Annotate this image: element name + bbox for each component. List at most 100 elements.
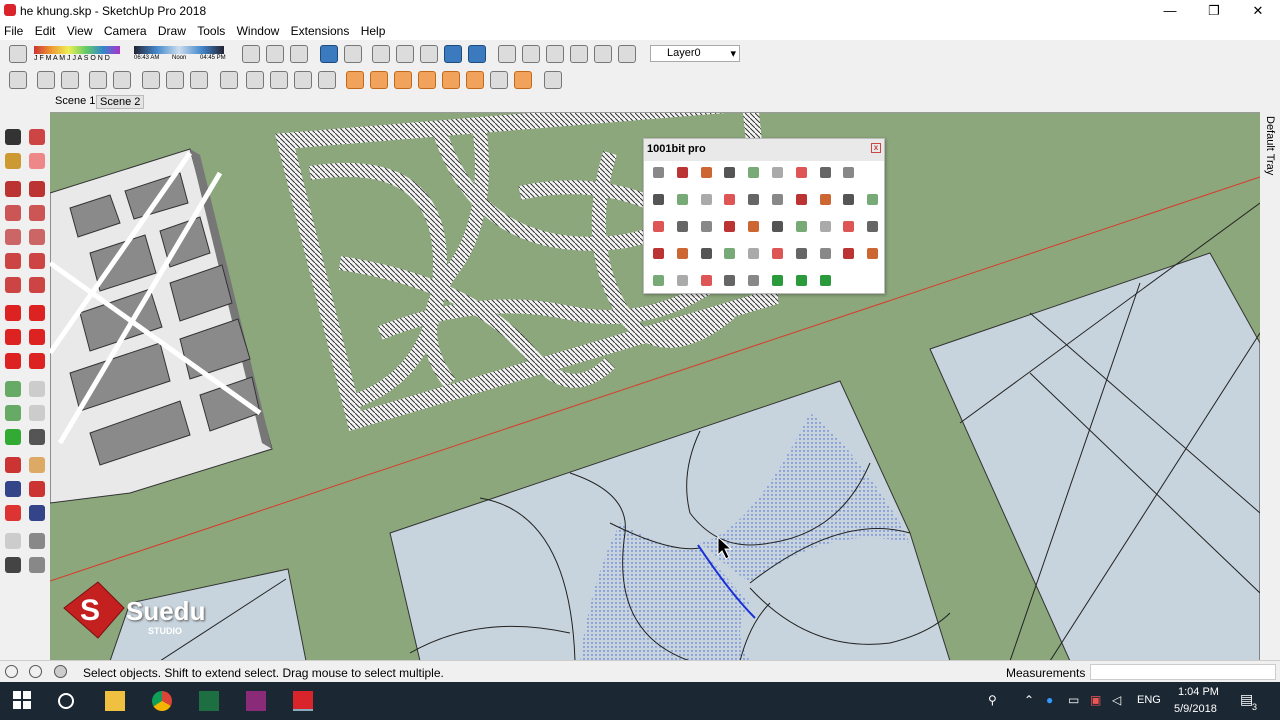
wireframe-icon[interactable] <box>372 45 390 63</box>
shadows-icon[interactable] <box>9 45 27 63</box>
plugin-tool-icon[interactable] <box>724 167 736 178</box>
plugin-tool-icon[interactable] <box>748 194 760 205</box>
extension-icon[interactable] <box>270 71 288 89</box>
geo-location-icon[interactable] <box>5 665 18 678</box>
outer-shell-icon[interactable] <box>9 71 27 89</box>
plugin-tool-icon[interactable] <box>819 221 831 232</box>
time-slider[interactable] <box>134 46 224 54</box>
dimension-icon[interactable] <box>29 381 45 397</box>
lock-icon[interactable] <box>190 71 208 89</box>
default-tray[interactable]: Default Tray <box>1260 112 1280 660</box>
shaded-icon[interactable] <box>420 45 438 63</box>
arc-icon[interactable] <box>5 253 21 269</box>
component-icon[interactable] <box>246 71 264 89</box>
user-account-icon[interactable] <box>54 665 67 678</box>
close-button[interactable]: ✕ <box>1236 0 1280 22</box>
plugin-tool-icon[interactable] <box>795 248 807 259</box>
sandbox-icon[interactable] <box>166 71 184 89</box>
layer-dropdown[interactable]: Layer0 ▾ <box>650 45 740 62</box>
section-cut-icon[interactable] <box>290 45 308 63</box>
language-indicator[interactable]: ENG <box>1137 694 1161 706</box>
plugin-tool-icon[interactable] <box>700 248 712 259</box>
close-icon[interactable]: x <box>871 143 881 153</box>
tape-measure-icon[interactable] <box>5 381 21 397</box>
plugin-tool-icon[interactable] <box>772 275 783 286</box>
plugin-tool-icon[interactable] <box>867 248 879 259</box>
split-icon[interactable] <box>142 71 160 89</box>
intersect-icon[interactable] <box>37 71 55 89</box>
eraser-icon[interactable] <box>29 153 45 169</box>
clock-time[interactable]: 1:04 PM <box>1178 686 1219 698</box>
section-plane-icon[interactable] <box>242 45 260 63</box>
fredo-star-icon[interactable] <box>442 71 460 89</box>
plugin-tool-icon[interactable] <box>676 275 688 286</box>
menu-extensions[interactable]: Extensions <box>287 22 354 38</box>
line-icon[interactable] <box>5 181 21 197</box>
plugin-tool-icon[interactable] <box>748 167 760 178</box>
people-icon[interactable]: ⚲ <box>988 693 997 707</box>
shaded-textures-icon[interactable] <box>444 45 462 63</box>
menu-help[interactable]: Help <box>357 22 390 38</box>
plugin-tool-icon[interactable] <box>867 194 879 205</box>
plugin-tool-icon[interactable] <box>724 248 736 259</box>
protractor-icon[interactable] <box>5 405 21 421</box>
previous-view-icon[interactable] <box>29 505 45 521</box>
plugin-tool-icon[interactable] <box>819 275 831 286</box>
media-app-icon[interactable] <box>246 691 266 711</box>
plugin-tool-icon[interactable] <box>676 167 688 178</box>
left-view-icon[interactable] <box>618 45 636 63</box>
follow-me-icon[interactable] <box>29 329 45 345</box>
offset-icon[interactable] <box>29 353 45 369</box>
plugin-tool-icon[interactable] <box>748 248 760 259</box>
plugin-tool-icon[interactable] <box>700 275 712 286</box>
iso-view-icon[interactable] <box>498 45 516 63</box>
plugin-tool-icon[interactable] <box>724 194 736 205</box>
volume-icon[interactable]: ◁ <box>1112 693 1121 707</box>
three-point-arc-icon[interactable] <box>5 277 21 293</box>
two-point-arc-icon[interactable] <box>29 253 45 269</box>
plugin-tool-icon[interactable] <box>700 221 712 232</box>
plugin-tool-icon[interactable] <box>772 167 783 178</box>
rectangle-icon[interactable] <box>5 205 21 221</box>
pan-icon[interactable] <box>29 457 45 473</box>
plugin-tool-icon[interactable] <box>772 248 783 259</box>
plugin-tool-icon[interactable] <box>700 194 712 205</box>
plugin-tool-icon[interactable] <box>700 167 712 178</box>
plugin-tool-icon[interactable] <box>653 275 664 286</box>
hidden-line-icon[interactable] <box>396 45 414 63</box>
menu-camera[interactable]: Camera <box>100 22 151 38</box>
fredo-circle-icon[interactable] <box>370 71 388 89</box>
menu-window[interactable]: Window <box>233 22 284 38</box>
trim-icon[interactable] <box>113 71 131 89</box>
minimize-button[interactable]: — <box>1148 0 1192 22</box>
plugin-tool-icon[interactable] <box>748 275 760 286</box>
xray-icon[interactable] <box>320 45 338 63</box>
plugin-tool-icon[interactable] <box>653 248 664 259</box>
front-view-icon[interactable] <box>546 45 564 63</box>
rock-icon[interactable] <box>318 71 336 89</box>
plugin-tool-icon[interactable] <box>653 194 664 205</box>
excel-icon[interactable] <box>199 691 219 711</box>
plugin-tool-icon[interactable] <box>795 275 807 286</box>
plugin-tool-icon[interactable] <box>724 221 736 232</box>
top-view-icon[interactable] <box>522 45 540 63</box>
back-edges-icon[interactable] <box>344 45 362 63</box>
freehand-icon[interactable] <box>29 181 45 197</box>
back-view-icon[interactable] <box>594 45 612 63</box>
move-icon[interactable] <box>5 305 21 321</box>
sketchup-taskbar-icon[interactable] <box>293 691 313 711</box>
menu-tools[interactable]: Tools <box>193 22 229 38</box>
tab-scene-1[interactable]: Scene 1 <box>52 95 98 107</box>
plugin-tool-icon[interactable] <box>795 167 807 178</box>
plugin-tool-icon[interactable] <box>819 194 831 205</box>
menu-view[interactable]: View <box>63 22 97 38</box>
plugin-tool-icon[interactable] <box>772 194 783 205</box>
vietkey-icon[interactable]: ▣ <box>1090 693 1101 707</box>
paint-bucket-icon[interactable] <box>5 153 21 169</box>
plugin-tool-icon[interactable] <box>676 248 688 259</box>
make-component-icon[interactable] <box>29 129 45 145</box>
position-camera-icon[interactable] <box>5 533 21 549</box>
axes-icon[interactable] <box>5 429 21 445</box>
cortana-icon[interactable] <box>58 693 74 709</box>
plugin-tool-icon[interactable] <box>795 194 807 205</box>
